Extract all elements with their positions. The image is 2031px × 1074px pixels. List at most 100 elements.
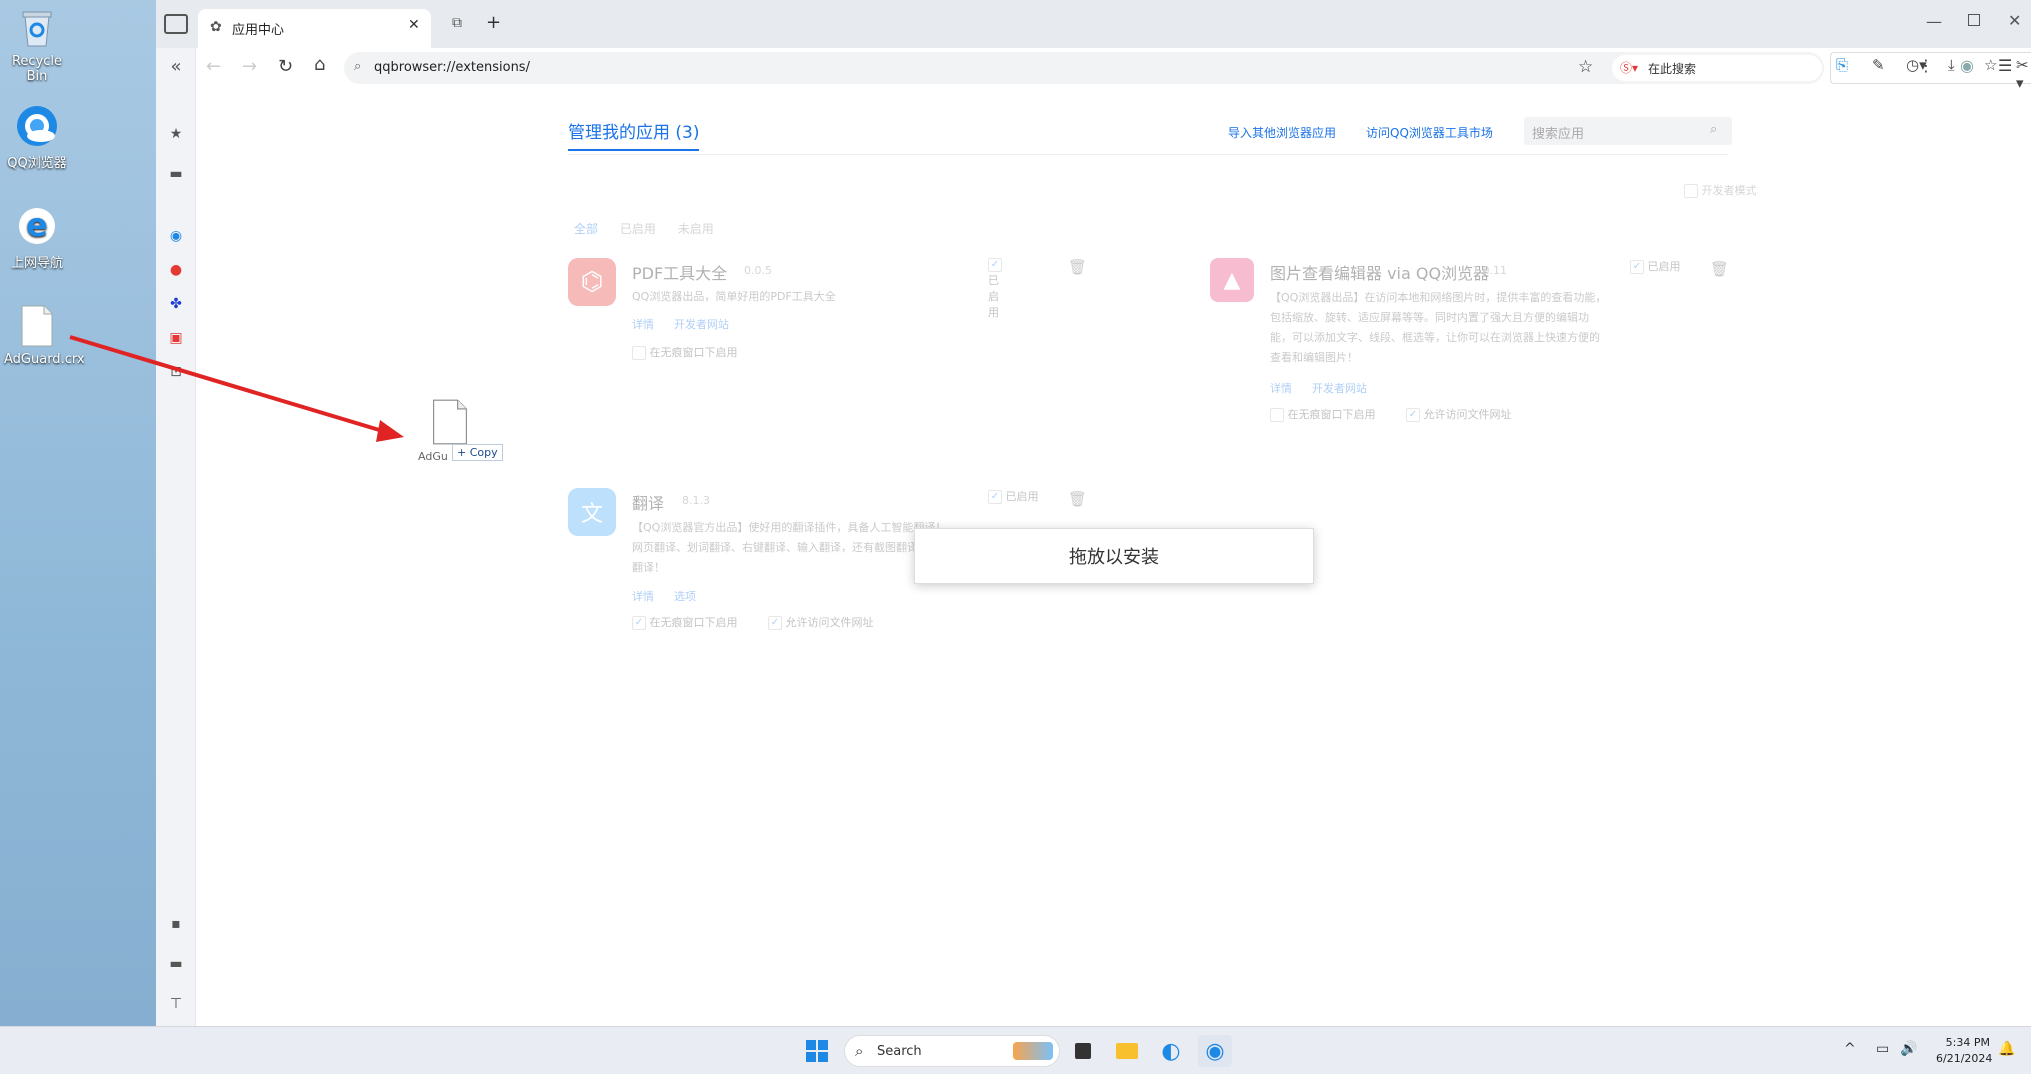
paw-icon[interactable]: ✤ <box>164 292 188 316</box>
search-icon: ⌕ <box>354 59 362 74</box>
sogou-icon: Ⓢ▾ <box>1620 61 1639 75</box>
pdf-icon: ⌬ <box>568 258 616 306</box>
store-link[interactable]: 访问QQ浏览器工具市场 <box>1366 124 1493 141</box>
desktop-icon-qq-browser[interactable]: QQ浏览器 <box>4 104 70 171</box>
browser-sidebar: « ★ ▬ ◉ ● ✤ ▣ ⊡ ▪ ▬ ⊤ <box>156 48 196 1026</box>
cut-icon[interactable]: ✂▾ <box>2016 56 2031 92</box>
pin-icon[interactable]: ⊤ <box>164 992 188 1016</box>
back-icon[interactable]: ← <box>206 56 221 77</box>
taskbar: ⌕ Search ◐ ◉ ^ ▭ 🔊 5:34 PM 6/21/2024 🔔 <box>0 1026 2031 1074</box>
enabled-toggle[interactable]: ✓ 已启用 <box>988 258 1008 320</box>
browser-window: ✿ 应用中心 ✕ ⧉ + — ✕ « ★ ▬ ◉ ● ✤ ▣ ⊡ ▪ ▬ ⊤ ←… <box>156 0 2031 1026</box>
address-bar[interactable]: ⌕ qqbrowser://extensions/ ☆ Ⓢ▾ 在此搜索 <box>344 52 1824 84</box>
enabled-toggle[interactable]: ✓ 已启用 <box>1630 258 1681 274</box>
incognito-option[interactable]: 在无痕窗口下启用 <box>1270 406 1376 422</box>
filter-tabs: 全部 已启用 未启用 <box>574 220 714 237</box>
star-icon[interactable]: ★ <box>164 122 188 146</box>
sidebar-toggle-icon[interactable] <box>164 14 188 34</box>
search-box[interactable]: Ⓢ▾ 在此搜索 <box>1612 55 1822 81</box>
puzzle-icon: ✿ <box>210 19 222 35</box>
task-view-icon[interactable] <box>1066 1035 1100 1067</box>
toolbar: ← → ↻ ⌂ ⌕ qqbrowser://extensions/ ☆ Ⓢ▾ 在… <box>196 48 2031 92</box>
volume-icon[interactable]: 🔊 <box>1900 1041 1917 1057</box>
search-highlight-icon <box>1013 1042 1053 1060</box>
forward-icon[interactable]: → <box>242 56 257 77</box>
desktop: Recycle Bin QQ浏览器 e 上网导航 AdGuard.crx <box>0 0 156 1026</box>
drag-ghost: AdGu + Copy <box>416 398 506 468</box>
divider <box>568 154 1728 155</box>
trash-icon[interactable]: 🗑 <box>1068 490 1087 508</box>
tab-extensions[interactable]: ✿ 应用中心 ✕ <box>198 9 431 48</box>
translate-icon[interactable]: ⎘ <box>1836 56 1848 74</box>
incognito-option[interactable]: 在无痕窗口下启用 <box>632 344 738 360</box>
video-app-icon[interactable]: ▣ <box>164 326 188 350</box>
file-access-option[interactable]: ✓ 允许访问文件网址 <box>768 614 874 630</box>
extension-card: ⌬ PDF工具大全 0.0.5 QQ浏览器出品，简单好用的PDF工具大全 详情 … <box>568 258 1087 458</box>
maximize-icon[interactable] <box>1968 14 1980 26</box>
avatar-icon[interactable]: ◉ <box>1960 56 1974 75</box>
copy-badge: + Copy <box>452 444 503 461</box>
download-icon[interactable]: ⤓ <box>1948 56 1955 74</box>
network-icon[interactable]: ▭ <box>1876 1041 1889 1057</box>
tools-icon[interactable]: ▪ <box>164 912 188 936</box>
collapse-icon[interactable]: « <box>164 54 188 78</box>
trash-icon[interactable]: 🗑 <box>1710 260 1729 278</box>
details-link[interactable]: 详情 <box>1270 380 1292 396</box>
window-close-icon[interactable]: ✕ <box>2008 11 2021 30</box>
options-link[interactable]: 选项 <box>674 588 696 604</box>
favorites-icon[interactable]: ☆ <box>1984 56 1997 74</box>
developer-site-link[interactable]: 开发者网站 <box>1312 380 1367 396</box>
screenshot-icon[interactable]: ⊡ <box>164 360 188 384</box>
new-tab-icon[interactable]: + <box>486 12 501 33</box>
file-explorer-icon[interactable] <box>1110 1035 1144 1067</box>
dev-mode-toggle[interactable]: 开发者模式 <box>1684 182 1757 198</box>
minimize-icon[interactable]: — <box>1926 12 1942 31</box>
filter-enabled[interactable]: 已启用 <box>620 222 656 236</box>
image-icon: ▲ <box>1210 258 1254 302</box>
tab-group-icon[interactable]: ⧉ <box>452 15 462 31</box>
tab-close-icon[interactable]: ✕ <box>408 17 420 33</box>
qq-browser-icon <box>15 104 59 148</box>
folder-icon[interactable]: ▬ <box>164 162 188 186</box>
desktop-icon-ie[interactable]: e 上网导航 <box>4 204 70 271</box>
url-text: qqbrowser://extensions/ <box>374 60 530 75</box>
desktop-icon-recycle-bin[interactable]: Recycle Bin <box>4 6 70 84</box>
taskbar-search[interactable]: ⌕ Search <box>844 1035 1060 1067</box>
svg-text:e: e <box>26 206 48 244</box>
reload-icon[interactable]: ↻ <box>278 56 293 77</box>
bookmark-star-icon[interactable]: ☆ <box>1578 57 1593 77</box>
start-icon[interactable] <box>800 1035 834 1067</box>
tab-bar: ✿ 应用中心 ✕ ⧉ + — ✕ <box>156 0 2031 48</box>
desktop-icon-adguard-crx[interactable]: AdGuard.crx <box>4 304 85 367</box>
details-link[interactable]: 详情 <box>632 316 654 332</box>
briefcase-icon[interactable]: ▬ <box>164 952 188 976</box>
app-search-input[interactable]: 搜索应用 ⌕ <box>1524 117 1732 145</box>
edit-icon[interactable]: ✎ <box>1872 56 1885 74</box>
qq-browser-taskbar-icon[interactable]: ◉ <box>1198 1035 1232 1067</box>
incognito-option[interactable]: ✓ 在无痕窗口下启用 <box>632 614 738 630</box>
menu-icon[interactable]: ☰ <box>1998 56 2012 75</box>
drop-to-install-overlay[interactable]: 拖放以安装 <box>914 528 1314 584</box>
developer-site-link[interactable]: 开发者网站 <box>674 316 729 332</box>
drag-filename: AdGu <box>418 450 448 463</box>
home-icon[interactable]: ⌂ <box>314 54 325 75</box>
edge-icon[interactable]: ◐ <box>1154 1035 1188 1067</box>
trash-icon[interactable]: 🗑 <box>1068 258 1087 276</box>
clock[interactable]: 5:34 PM 6/21/2024 <box>1936 1035 1992 1067</box>
file-icon <box>15 304 59 348</box>
file-access-option[interactable]: ✓ 允许访问文件网址 <box>1406 406 1512 422</box>
enabled-toggle[interactable]: ✓ 已启用 <box>988 488 1039 504</box>
search-icon: ⌕ <box>1710 122 1718 137</box>
qq-app-icon[interactable]: ◉ <box>164 224 188 248</box>
filter-disabled[interactable]: 未启用 <box>678 222 714 236</box>
color-app-icon[interactable]: ● <box>164 258 188 282</box>
more-icon[interactable]: ⋮ <box>1918 56 1934 75</box>
filter-all[interactable]: 全部 <box>574 222 598 236</box>
import-link[interactable]: 导入其他浏览器应用 <box>1228 124 1336 141</box>
details-link[interactable]: 详情 <box>632 588 654 604</box>
extension-card: 文 翻译 8.1.3 【QQ浏览器官方出品】使好用的翻译插件，具备人工智能翻译！… <box>568 488 1128 688</box>
notification-icon[interactable]: 🔔 <box>1998 1041 2015 1057</box>
page-title[interactable]: 管理我的应用 (3) <box>568 118 700 151</box>
tray-chevron-icon[interactable]: ^ <box>1844 1041 1856 1057</box>
search-icon: ⌕ <box>855 1042 864 1060</box>
